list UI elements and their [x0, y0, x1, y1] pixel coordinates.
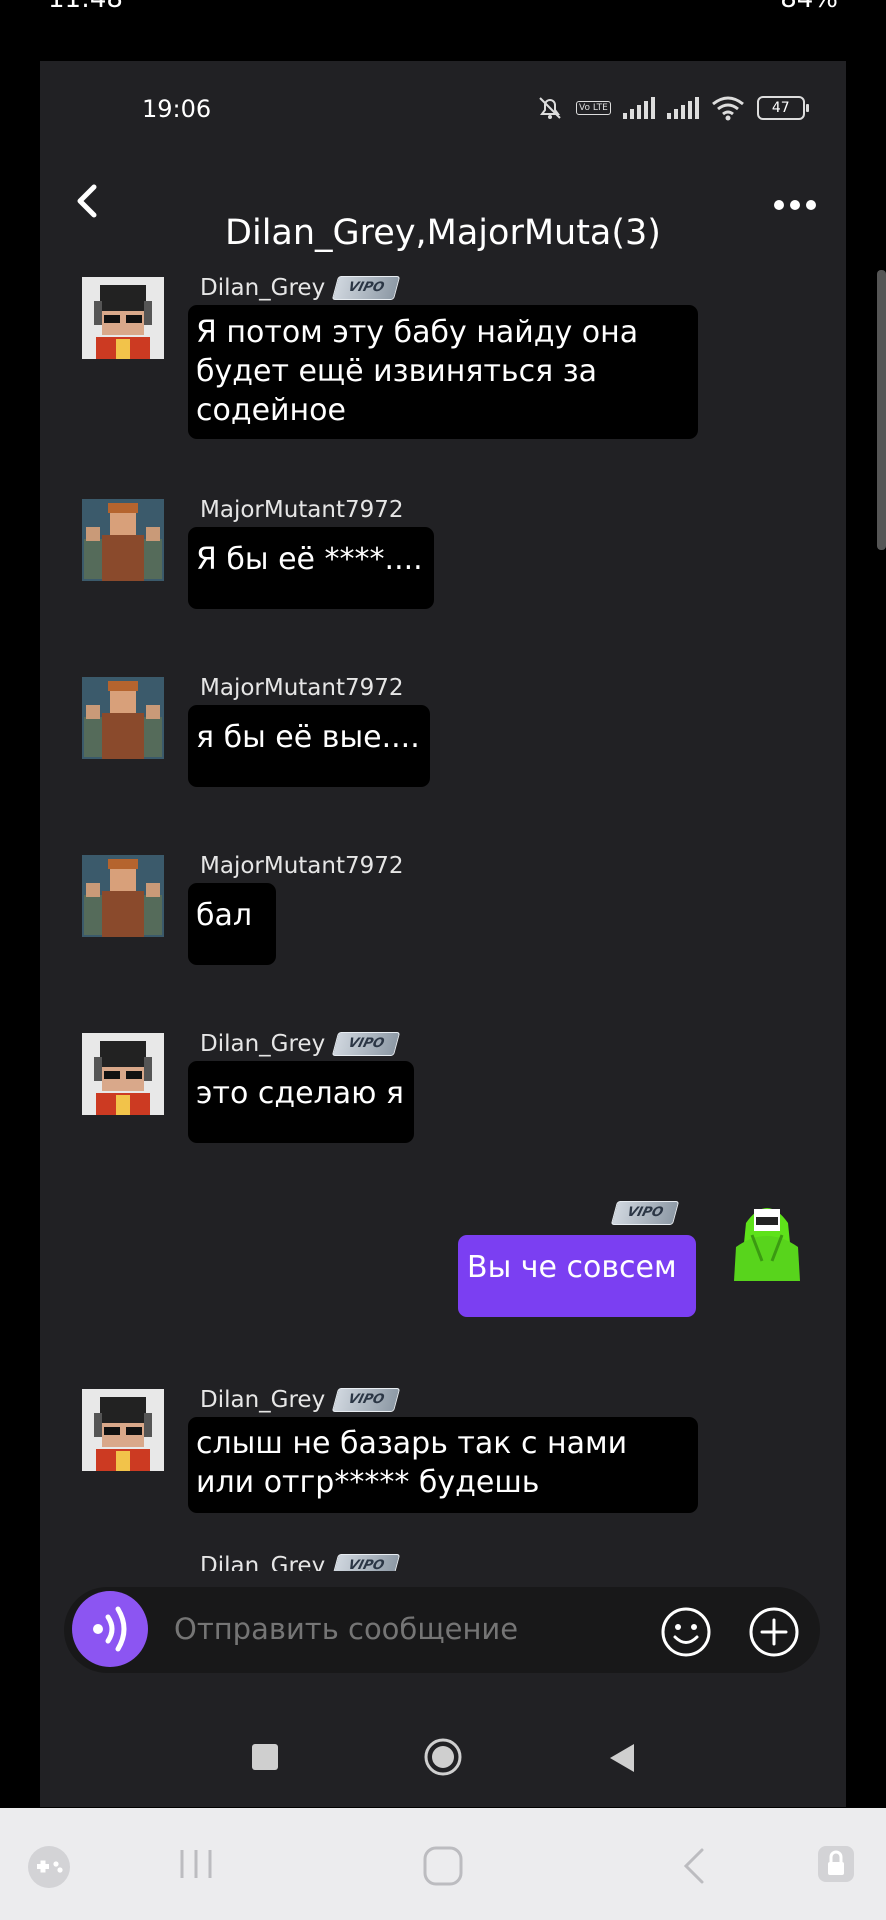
message-item: MajorMutant7972 я бы её вые....	[40, 661, 846, 791]
avatar[interactable]	[82, 499, 164, 581]
sender-row: Dilan_Grey VIPO	[200, 1551, 401, 1571]
message-bubble[interactable]: Я бы её ****....	[188, 527, 434, 609]
outer-battery-text: 84%	[780, 0, 838, 14]
wifi-icon	[711, 96, 744, 121]
message-input[interactable]	[174, 1611, 614, 1647]
sender-name[interactable]: Dilan_Grey	[200, 1031, 325, 1057]
voice-button[interactable]	[72, 1591, 148, 1667]
sender-name[interactable]: Dilan_Grey	[200, 275, 325, 301]
message-list[interactable]: Dilan_Grey VIPO Я потом эту бабу найду о…	[40, 261, 846, 1571]
vip-badge: VIPO	[331, 1032, 401, 1056]
avatar[interactable]	[82, 277, 164, 359]
avatar[interactable]	[82, 1033, 164, 1115]
message-bubble[interactable]: Я потом эту бабу найду она будет ещё изв…	[188, 305, 698, 439]
outer-clock: 11:48	[48, 0, 123, 14]
message-item: Dilan_Grey VIPO слыш не базарь так с нам…	[40, 1373, 846, 1523]
home-icon[interactable]	[423, 1737, 463, 1777]
volte-icon: Vo LTE	[576, 101, 611, 115]
sender-name[interactable]: MajorMutant7972	[200, 497, 404, 523]
message-item: MajorMutant7972 бал	[40, 839, 846, 969]
my-avatar[interactable]	[726, 1195, 808, 1285]
chat-header: Dilan_Grey,MajorMuta(3)	[40, 151, 846, 261]
sender-name[interactable]: Dilan_Grey	[200, 1387, 325, 1413]
sender-row: MajorMutant7972	[200, 851, 404, 881]
emoji-icon[interactable]	[660, 1606, 712, 1658]
gamepad-icon[interactable]	[26, 1844, 72, 1890]
signal-icon-1	[622, 97, 655, 119]
back-triangle-icon[interactable]	[606, 1741, 638, 1775]
status-time: 19:06	[142, 95, 212, 123]
sender-row: Dilan_Grey VIPO	[200, 273, 401, 303]
home-outline-icon[interactable]	[421, 1844, 465, 1888]
voice-icon	[93, 1606, 127, 1652]
message-item: MajorMutant7972 Я бы её ****....	[40, 483, 846, 613]
message-item-mine: VIPO Вы че совсем	[40, 1195, 846, 1325]
message-bubble[interactable]: бал	[188, 883, 276, 965]
message-bubble[interactable]: я бы её вые....	[188, 705, 430, 787]
outer-status-bar: 11:48 84%	[0, 0, 886, 60]
sender-row: Dilan_Grey VIPO	[200, 1385, 401, 1415]
avatar[interactable]	[82, 855, 164, 937]
sender-name[interactable]: MajorMutant7972	[200, 853, 404, 879]
message-bubble[interactable]: это сделаю я	[188, 1061, 414, 1143]
message-item: Dilan_Grey VIPO это сделаю я	[40, 1017, 846, 1147]
vip-badge: VIPO	[331, 276, 401, 300]
vip-badge: VIPO	[331, 1554, 401, 1571]
message-bubble-mine[interactable]: Вы че совсем	[458, 1235, 696, 1317]
vip-badge: VIPO	[610, 1201, 680, 1225]
plus-icon[interactable]	[748, 1606, 800, 1658]
avatar[interactable]	[82, 677, 164, 759]
avatar[interactable]	[82, 1389, 164, 1471]
stop-icon[interactable]	[252, 1744, 278, 1770]
chevron-back-icon[interactable]	[676, 1844, 712, 1888]
chat-title[interactable]: Dilan_Grey,MajorMuta(3)	[40, 213, 846, 253]
sender-row: MajorMutant7972	[200, 495, 404, 525]
signal-icon-2	[666, 97, 699, 119]
inner-navigation-bar	[40, 1711, 846, 1807]
system-navigation-bar	[0, 1808, 886, 1920]
message-item: Dilan_Grey VIPO Я потом эту бабу найду о…	[40, 261, 846, 439]
app-screen: 19:06 Vo LTE 47 Dilan_Grey,MajorMuta(3) …	[40, 61, 846, 1807]
status-bar: 19:06 Vo LTE 47	[40, 61, 846, 151]
message-bubble[interactable]: слыш не базарь так с нами или отгр***** …	[188, 1417, 698, 1513]
battery-icon: 47	[756, 96, 809, 120]
lock-icon[interactable]	[814, 1842, 858, 1886]
bell-off-icon	[539, 97, 561, 119]
sender-name[interactable]: Dilan_Grey	[200, 1553, 325, 1571]
vip-badge: VIPO	[331, 1388, 401, 1412]
status-icons: Vo LTE 47	[536, 91, 809, 125]
sender-row: Dilan_Grey VIPO	[200, 1029, 401, 1059]
sender-name[interactable]: MajorMutant7972	[200, 675, 404, 701]
scrollbar[interactable]	[877, 270, 886, 550]
more-icon[interactable]	[770, 185, 820, 225]
message-item-partial: Dilan_Grey VIPO	[40, 1551, 846, 1571]
message-composer	[64, 1587, 820, 1673]
sender-row: MajorMutant7972	[200, 673, 404, 703]
recents-icon[interactable]	[176, 1844, 216, 1884]
